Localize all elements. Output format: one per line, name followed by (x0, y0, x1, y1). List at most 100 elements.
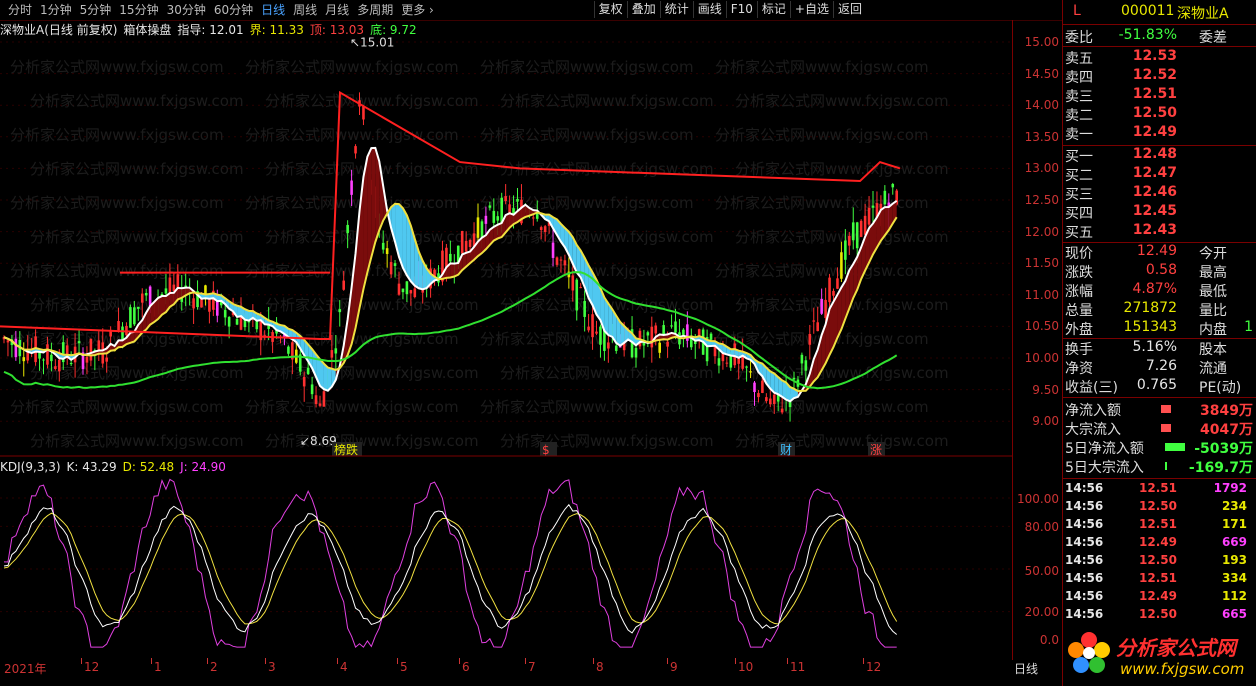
candle-body (658, 342, 661, 353)
tool-button-2[interactable]: 统计 (659, 1, 693, 18)
candle-body (58, 359, 61, 372)
tool-button-1[interactable]: 叠加 (626, 1, 660, 18)
candle-body (121, 326, 124, 341)
candle-body (302, 376, 306, 387)
stat2-label2: 股本 (1199, 342, 1227, 358)
ask-price: 12.51 (1132, 86, 1177, 102)
candle-body (50, 354, 53, 362)
bid-label: 买三 (1065, 187, 1093, 203)
flow-label: 5日大宗流入 (1065, 460, 1144, 476)
candle-body (579, 287, 582, 289)
indicator-name[interactable]: 箱体操盘 (123, 21, 171, 38)
event-tag[interactable]: $ (542, 443, 550, 457)
watermark-text: 分析家公式网www.fxjgsw.com (500, 364, 714, 382)
date-label: 9 (670, 660, 678, 674)
price-tick: 12.00 (1024, 224, 1059, 239)
candle-body (492, 210, 496, 223)
candle-body (555, 257, 559, 265)
tab-period-1[interactable]: 1分钟 (36, 2, 76, 18)
tab-period-8[interactable]: 月线 (321, 2, 353, 18)
candlestick-chart[interactable]: 分析家公式网www.fxjgsw.com 分析家公式网www.fxjgsw.com… (0, 37, 1012, 457)
candle-body (575, 279, 579, 311)
tool-button-0[interactable]: 复权 (593, 1, 627, 18)
candle-body (129, 307, 132, 328)
site-logo: 分析家公式网 www.fxjgsw.com (1064, 626, 1254, 684)
indicator-info-row: 深物业A(日线 前复权) 箱体操盘 指导: 12.01 界: 11.33 顶: … (0, 21, 1012, 37)
tool-button-7[interactable]: 返回 (832, 1, 866, 18)
candle-body (851, 222, 855, 241)
tool-button-4[interactable]: F10 (725, 1, 757, 18)
date-label: 12 (866, 660, 882, 674)
tool-button-6[interactable]: +自选 (789, 1, 833, 18)
candle-body (539, 227, 543, 231)
kdj-info-row: KDJ(9,3,3) K: 43.29 D: 52.48 J: 24.90 (0, 459, 1012, 474)
candle-body (484, 215, 488, 224)
candle-body (820, 298, 823, 314)
tab-period-4[interactable]: 30分钟 (163, 2, 210, 18)
price-tick: 11.50 (1024, 256, 1059, 271)
flow-row: 大宗流入 4047万 (1065, 419, 1253, 438)
ma-fill (367, 148, 372, 273)
candle-body (496, 216, 500, 221)
tab-period-7[interactable]: 周线 (289, 2, 321, 18)
bid-price: 12.46 (1132, 184, 1177, 200)
candle-body (682, 329, 685, 335)
candle-body (804, 360, 808, 371)
ding-value: 顶: 13.03 (309, 22, 365, 37)
watermark-text: 分析家公式网www.fxjgsw.com (735, 160, 949, 178)
tab-period-2[interactable]: 5分钟 (76, 2, 116, 18)
candle-body (140, 293, 144, 303)
stock-title[interactable]: 深物业A(日线 前复权) (0, 21, 117, 38)
ask-label: 卖五 (1065, 51, 1093, 67)
bid-label: 买二 (1065, 168, 1093, 184)
candle-body (800, 354, 804, 364)
date-tick (525, 658, 526, 664)
date-label: 1 (154, 660, 162, 674)
di-value: 底: 9.72 (370, 22, 417, 37)
stat-label: 总量 (1065, 303, 1093, 319)
event-tag[interactable]: 榜跌 (334, 442, 358, 457)
ask-price: 12.49 (1132, 124, 1177, 140)
stat2-label: 净资 (1065, 361, 1093, 377)
candle-body (350, 180, 353, 195)
tab-period-3[interactable]: 15分钟 (115, 2, 162, 18)
code-prefix: L (1073, 3, 1081, 19)
tick-price: 12.51 (1139, 571, 1177, 585)
date-axis: 2021年 12 1 2 3 4 5 6 7 8 9 10 11 12 (0, 658, 1012, 686)
tick-row: 14:56 12.50 665 (1065, 607, 1251, 625)
date-label: 11 (790, 660, 806, 674)
candle-body (725, 362, 729, 364)
tab-period-9[interactable]: 多周期 (353, 2, 397, 18)
bid-price: 12.45 (1132, 203, 1177, 219)
kdj-chart[interactable] (0, 476, 1012, 656)
watermark-text: 分析家公式网www.fxjgsw.com (480, 194, 694, 212)
candle-body (836, 278, 839, 289)
ma-fill (371, 147, 376, 258)
tab-period-5[interactable]: 60分钟 (210, 2, 257, 18)
tab-period-6[interactable]: 日线 (257, 2, 289, 18)
kdj-name[interactable]: KDJ(9,3,3) (0, 460, 61, 474)
event-tag[interactable]: 涨 (870, 442, 882, 457)
tab-period-10[interactable]: 更多 › (397, 2, 438, 18)
tab-period-0[interactable]: 分时 (4, 2, 36, 18)
date-label: 6 (462, 660, 470, 674)
stat2-label: 换手 (1065, 342, 1093, 358)
watermark-text: 分析家公式网www.fxjgsw.com (735, 92, 949, 110)
candle-body (381, 242, 385, 250)
flower-logo-icon (1068, 632, 1110, 673)
stat-value: 271872 (1123, 300, 1177, 316)
tick-price: 12.50 (1139, 607, 1177, 621)
flow-bar (1161, 405, 1171, 413)
period-badge[interactable]: 日线 (1014, 660, 1038, 677)
candle-body (670, 325, 673, 327)
tool-button-3[interactable]: 画线 (692, 1, 726, 18)
watermark-text: 分析家公式网www.fxjgsw.com (30, 160, 244, 178)
candle-body (765, 397, 768, 402)
candle-body (808, 333, 812, 345)
date-tick (593, 658, 594, 664)
tool-button-5[interactable]: 标记 (756, 1, 790, 18)
event-tag[interactable]: 财 (780, 443, 792, 457)
stat2-label: 收益(三) (1065, 380, 1118, 396)
watermark-text: 分析家公式网www.fxjgsw.com (30, 364, 244, 382)
candle-body (824, 299, 827, 319)
